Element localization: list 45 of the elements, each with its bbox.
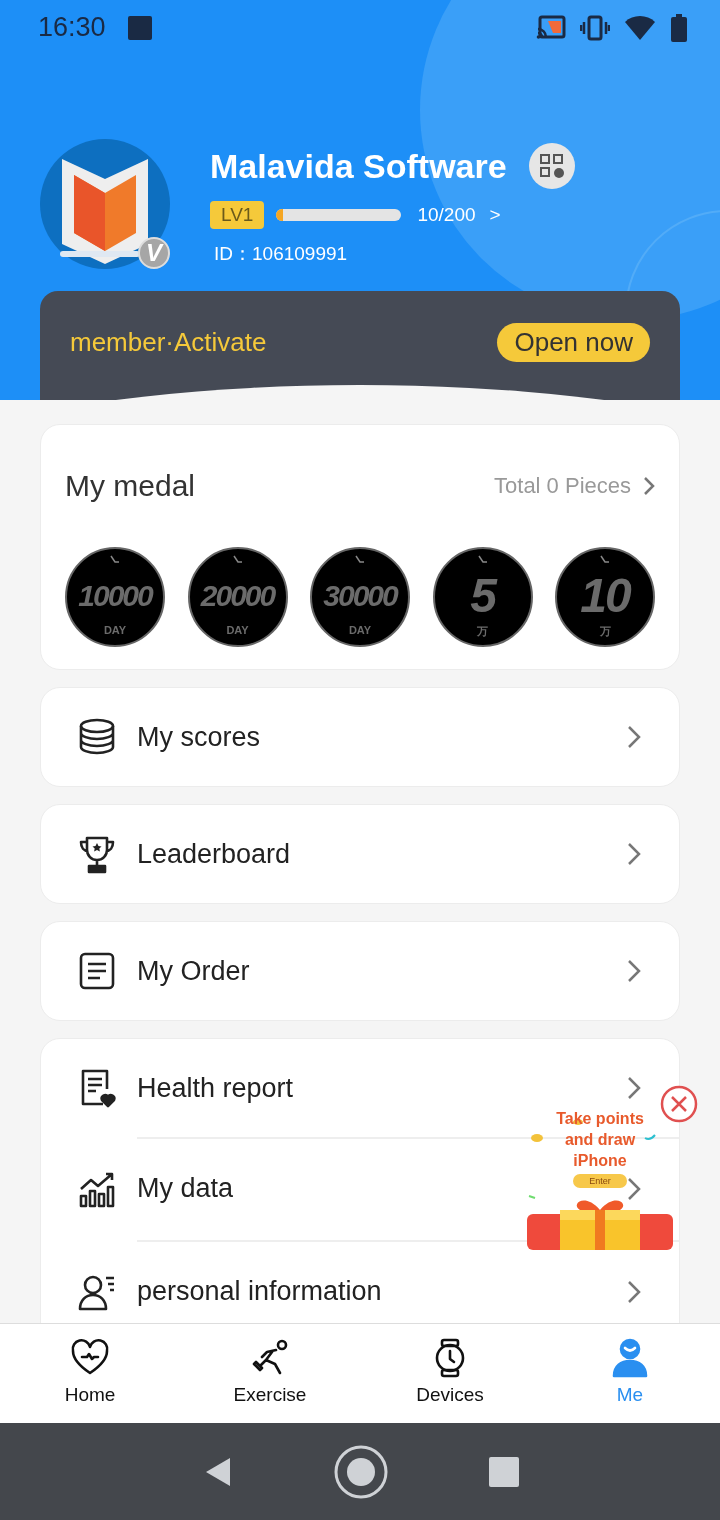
chevron-icon — [627, 725, 641, 749]
qr-code-icon[interactable] — [528, 143, 575, 190]
enter-button[interactable]: Enter — [573, 1174, 627, 1188]
user-id: ID：106109991 — [213, 242, 349, 267]
notification-icon — [127, 15, 152, 40]
chevron-icon — [627, 959, 641, 983]
chevron-icon — [627, 1076, 641, 1100]
medal-badge[interactable]: 10000 DAY — [65, 547, 165, 647]
open-now-button[interactable]: Open now — [497, 323, 650, 363]
order-icon — [77, 951, 117, 991]
menu-item[interactable]: Leaderboard — [137, 838, 291, 869]
menu-item[interactable]: My Order — [137, 955, 250, 986]
chevron-icon — [627, 1176, 641, 1201]
close-icon[interactable] — [659, 1084, 699, 1124]
user-name: Malavida Software — [210, 146, 507, 186]
status-time: 16:30 — [38, 12, 106, 44]
nav-tab[interactable]: Exercise — [180, 1324, 360, 1423]
home-icon[interactable] — [333, 1443, 389, 1500]
recents-icon[interactable] — [488, 1455, 521, 1488]
verified-badge: V — [138, 237, 170, 270]
coins-icon — [77, 717, 117, 757]
medal-badge[interactable]: 20000 DAY — [187, 547, 288, 647]
nav-tab[interactable]: Devices — [360, 1324, 540, 1423]
medal-badge[interactable]: 10 万 — [555, 547, 655, 647]
wifi-icon — [624, 14, 656, 41]
cast-icon — [536, 14, 566, 41]
chevron-icon — [627, 1279, 641, 1304]
battery-icon — [670, 13, 688, 42]
level-badge: LV1 — [210, 201, 265, 230]
trophy-icon — [77, 834, 117, 874]
menu-item[interactable]: My scores — [137, 721, 261, 752]
chevron-icon — [643, 476, 655, 496]
person-icon — [610, 1338, 650, 1378]
promo-text: Take points and draw iPhone — [555, 1109, 645, 1171]
medal-title: My medal — [65, 469, 197, 503]
member-text: member·Activate — [70, 327, 267, 359]
level-progress-text: 10/200 — [417, 204, 476, 227]
menu-item[interactable]: My data — [137, 1173, 234, 1203]
medal-badge[interactable]: 5 万 — [432, 547, 533, 647]
menu-item[interactable]: Health report — [137, 1072, 294, 1103]
nav-tab[interactable]: Home — [0, 1324, 180, 1423]
medal-badge[interactable]: 30000 DAY — [310, 547, 410, 647]
vibrate-icon — [580, 14, 610, 41]
chevron-icon — [627, 842, 641, 866]
menu-item[interactable]: personal information — [137, 1276, 382, 1306]
